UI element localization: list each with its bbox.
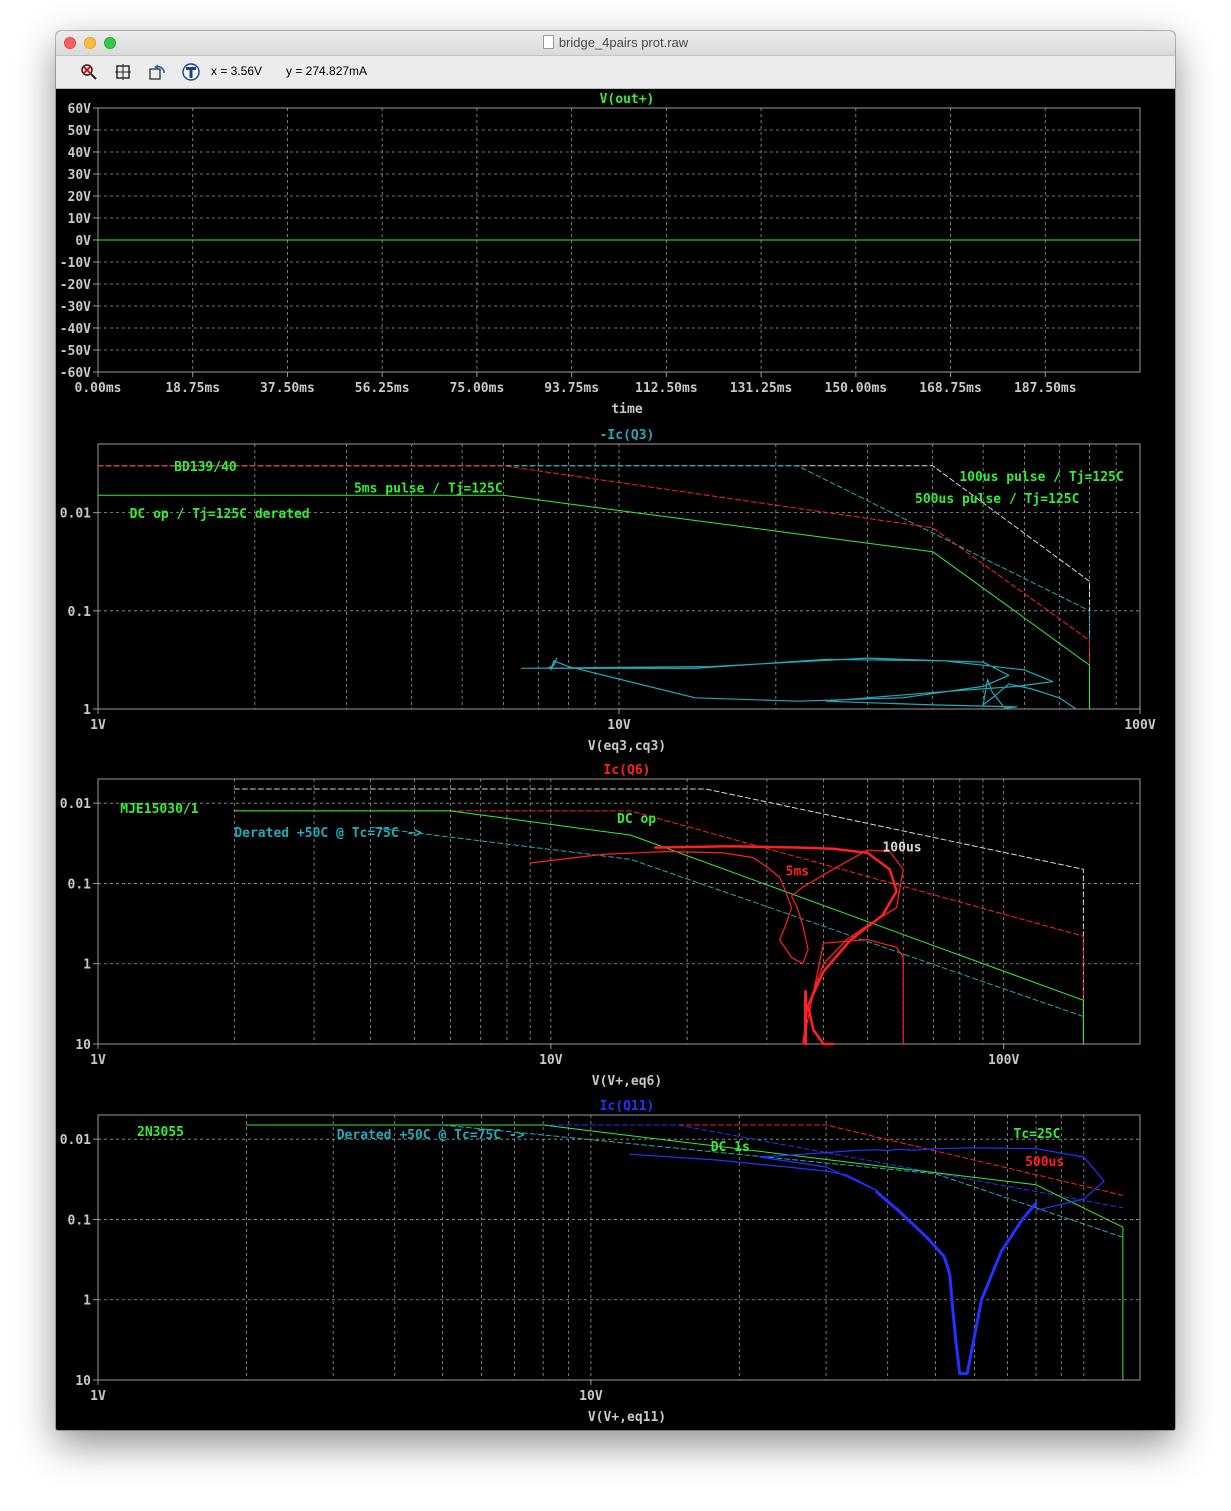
waveform-window: bridge_4pairs prot.raw x = 3.56V y = 274… [56, 31, 1175, 1430]
y-tick-label: -50V [60, 344, 91, 359]
y-tick-label: 0.1 [68, 1213, 92, 1228]
annotation-label: Derated +50C @ Tc=75C -> [234, 826, 422, 841]
series-line-3 [245, 1124, 1124, 1381]
pane-1[interactable]: 0.00ms 18.75ms 37.50ms 56.25ms 75.00ms 93.75m… [60, 92, 1141, 417]
document-icon [542, 35, 554, 49]
x-axis-label: time [611, 402, 642, 417]
series-line-5 [520, 657, 1076, 709]
x-tick-label: 37.50ms [260, 381, 315, 396]
y-tick-label: 0V [75, 234, 91, 249]
annotation-label: 100us [882, 840, 921, 855]
chart-title: Ic(Q6) [604, 763, 651, 778]
series-line-3 [233, 810, 1084, 1045]
y-tick-label: 1 [83, 703, 91, 718]
undo-zoom-icon[interactable] [148, 63, 166, 81]
chart-title: -Ic(Q3) [600, 428, 655, 443]
annotation-label: MJE15030/1 [120, 802, 198, 817]
x-tick-label: 131.25ms [730, 381, 793, 396]
annotation-label: DC op / Tj=125C derated [130, 507, 310, 522]
annotation-label: 2N3055 [137, 1125, 184, 1140]
annotation-label: 500us [1025, 1155, 1064, 1170]
annotation-label: Tc=25C [1014, 1127, 1061, 1142]
y-tick-label: 40V [68, 146, 92, 161]
pane-3[interactable]: 1V 10V 100V 10 1 0.1 0.01 Ic(Q6) V(V+,eq6) MJE150… [60, 763, 1141, 1089]
x-tick-label: 10V [539, 1053, 563, 1068]
window-title-text: bridge_4pairs prot.raw [558, 35, 689, 50]
series-line-5 [529, 849, 904, 1045]
x-tick-label: 10V [607, 718, 631, 733]
annotation-label: Derated +50C @ Tc=75C -> [337, 1128, 525, 1143]
x-axis-label: V(V+,eq11) [588, 1410, 666, 1425]
annotation-label: BD139/40 [174, 460, 237, 475]
series-line-6 [653, 845, 898, 1046]
chart-title: V(out+) [600, 92, 655, 107]
x-tick-label: 1V [90, 718, 106, 733]
x-tick-label: 18.75ms [165, 381, 220, 396]
pane-4[interactable]: 1V 10V 10 1 0.1 0.01 Ic(Q11) V(V+,eq11) 2N3055 De… [60, 1099, 1141, 1425]
y-tick-label: 50V [68, 124, 92, 139]
x-tick-label: 187.50ms [1014, 381, 1077, 396]
annotation-label: DC op [617, 812, 656, 827]
y-tick-label: 20V [68, 190, 92, 205]
series-line-4 [97, 494, 1090, 710]
x-tick-label: 1V [90, 1053, 106, 1068]
x-tick-label: 100V [988, 1053, 1019, 1068]
x-tick-label: 56.25ms [355, 381, 410, 396]
series-line-4 [370, 826, 1084, 1017]
annotation-label: 100us pulse / Tj=125C [959, 470, 1123, 485]
x-tick-label: 75.00ms [450, 381, 505, 396]
x-tick-label: 150.00ms [825, 381, 888, 396]
annotation-label: 5ms [786, 865, 809, 880]
y-tick-label: -10V [60, 256, 91, 271]
y-tick-label: 1 [83, 958, 91, 973]
y-tick-label: 0.1 [68, 605, 92, 620]
x-tick-label: 1V [90, 1389, 106, 1404]
x-tick-label: 112.50ms [635, 381, 698, 396]
y-tick-label: 30V [68, 168, 92, 183]
zoom-cancel-icon[interactable] [80, 63, 98, 81]
toolbar: x = 3.56V y = 274.827mA [56, 56, 1175, 89]
window-title: bridge_4pairs prot.raw [56, 35, 1175, 50]
x-tick-label: 10V [579, 1389, 603, 1404]
x-tick-label: 0.00ms [75, 381, 122, 396]
y-tick-label: 0.1 [68, 877, 92, 892]
y-tick-label: -60V [60, 366, 91, 381]
x-tick-label: 100V [1124, 718, 1155, 733]
y-tick-label: 10 [75, 1038, 91, 1053]
annotation-label: 5ms pulse / Tj=125C [354, 482, 503, 497]
cursor-x-readout: x = 3.56V [211, 64, 263, 78]
probe-icon[interactable] [182, 63, 200, 81]
y-tick-label: -20V [60, 278, 91, 293]
grid [98, 1115, 1140, 1380]
x-tick-label: 93.75ms [544, 381, 599, 396]
x-tick-label: 168.75ms [919, 381, 982, 396]
plot-area[interactable]: 0.00ms 18.75ms 37.50ms 56.25ms 75.00ms 93.75m… [56, 89, 1175, 1430]
y-tick-label: 60V [68, 102, 92, 117]
y-tick-label: 0.01 [60, 1133, 91, 1148]
y-tick-label: 0.01 [60, 797, 91, 812]
title-bar[interactable]: bridge_4pairs prot.raw [56, 31, 1175, 56]
annotation-label: 500us pulse / Tj=125C [915, 492, 1079, 507]
series-group [245, 1124, 1124, 1381]
y-tick-label: -40V [60, 322, 91, 337]
plot-frame [97, 1114, 1141, 1381]
annotation-label: DC 1s [711, 1140, 750, 1155]
y-tick-label: 10 [75, 1374, 91, 1389]
y-tick-label: -30V [60, 300, 91, 315]
y-tick-label: 10V [68, 212, 92, 227]
cursor-y-readout: y = 274.827mA [286, 64, 368, 78]
x-axis-label: V(eq3,cq3) [588, 739, 666, 754]
zoom-fit-icon[interactable] [114, 63, 132, 81]
x-axis-label: V(V+,eq6) [592, 1074, 662, 1089]
y-tick-label: 0.01 [60, 507, 91, 522]
chart-title: Ic(Q11) [600, 1099, 655, 1114]
pane-2[interactable]: 1V 10V 100V 1 0.1 0.01 -Ic(Q3) V(eq3,cq3) BD139/… [60, 428, 1156, 754]
y-tick-label: 1 [83, 1294, 91, 1309]
